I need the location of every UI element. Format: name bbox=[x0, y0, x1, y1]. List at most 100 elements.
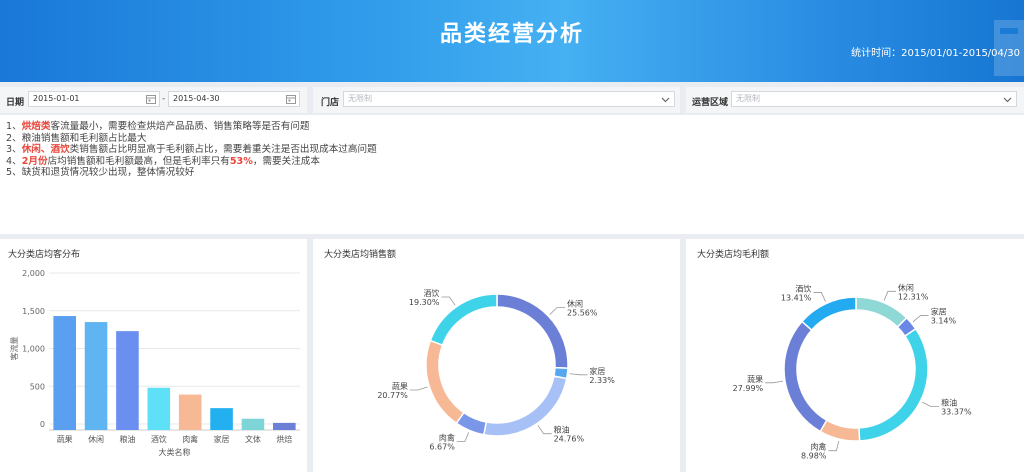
region-select-placeholder: 无限制 bbox=[736, 94, 760, 103]
note-line: 1、烘焙类客流量最小，需要检查烘焙产品品质、销售策略等是否有问题 bbox=[6, 121, 1018, 133]
note-line: 4、2月份店均销售额和毛利额最高，但是毛利率只有53%，需要关注成本 bbox=[6, 156, 1018, 168]
sales-donut-chart: 休闲25.56% 家居2.33% 粮油24.76% 肉禽6.67% 蔬果20.77% 酒饮… bbox=[377, 288, 615, 452]
slice-category-label: 肉禽 bbox=[810, 442, 826, 452]
sales-panel: 休闲 25.56% 家居 2.33% 粮油 24.76% 肉禽 6.67% 蔬果 20.77% 酒饮… bbox=[313, 239, 680, 472]
y-tick-label: 1,500 bbox=[22, 307, 45, 316]
note-highlight: 53% bbox=[229, 155, 253, 167]
x-tick-label: 酒饮 bbox=[151, 434, 167, 444]
label-leader-line bbox=[537, 425, 552, 435]
date-start-input[interactable]: 2015-01-01 bbox=[28, 91, 160, 107]
label-leader-line bbox=[828, 440, 840, 452]
label-leader-line bbox=[883, 290, 896, 301]
x-tick-label: 蔬果 bbox=[57, 434, 73, 444]
slice-percent-label: 27.99% bbox=[733, 384, 764, 393]
note-line: 2、粮油销售额和毛利额占比最大 bbox=[6, 133, 1018, 145]
label-leader-line bbox=[921, 401, 940, 408]
slice-percent-label: 24.76% bbox=[554, 435, 585, 444]
slice-percent-label: 25.56% bbox=[567, 309, 598, 318]
header-banner: 品类经营分析 统计时间：2015/01/01-2015/04/30 bbox=[0, 0, 1024, 82]
stat-period: 统计时间：2015/01/01-2015/04/30 bbox=[851, 44, 1020, 59]
traffic-panel: 0 500 1,000 1,500 2,000 客流量蔬果 休闲 粮油 酒饮 肉禽 家居 文体 烘焙大类… bbox=[0, 239, 307, 472]
bar bbox=[273, 422, 296, 430]
label-leader-line bbox=[409, 386, 428, 391]
bar bbox=[178, 394, 202, 430]
x-tick-label: 粮油 bbox=[119, 434, 135, 444]
region-filter-label: 运营区域 bbox=[692, 98, 729, 108]
profit-panel: 休闲 12.31% 家居 3.14% 粮油 33.37% 肉禽 8.98% 蔬果 27.99% 酒饮… bbox=[686, 239, 1024, 472]
donut-slice bbox=[425, 339, 465, 425]
x-tick-label: 休闲 bbox=[88, 434, 104, 444]
note-number: 2、 bbox=[6, 132, 22, 144]
donut-slice bbox=[429, 293, 498, 347]
slice-percent-label: 19.30% bbox=[409, 298, 440, 307]
slice-category-label: 粮油 bbox=[554, 425, 570, 435]
bar bbox=[147, 387, 171, 430]
label-leader-line bbox=[441, 296, 456, 306]
donut-slice bbox=[855, 296, 908, 329]
label-leader-line bbox=[549, 307, 565, 315]
slice-percent-label: 12.31% bbox=[898, 292, 929, 301]
bar bbox=[53, 316, 76, 430]
y-axis-title: 客流量 bbox=[9, 337, 19, 361]
slice-percent-label: 2.33% bbox=[589, 376, 615, 385]
filter-divider bbox=[680, 87, 686, 113]
slice-percent-label: 20.77% bbox=[377, 391, 408, 400]
calendar-icon[interactable] bbox=[146, 94, 156, 104]
traffic-panel-title: 大分类店均客分布 bbox=[8, 250, 81, 260]
slice-category-label: 粮油 bbox=[941, 398, 957, 408]
label-leader-line bbox=[912, 315, 929, 323]
bar bbox=[84, 322, 108, 430]
slice-category-label: 休闲 bbox=[567, 299, 583, 309]
note-text: 类销售额占比明显高于毛利额占比，需要着重关注是否出现成本过高问题 bbox=[69, 144, 377, 155]
slice-category-label: 蔬果 bbox=[747, 374, 763, 384]
note-line: 3、休闲、酒饮类销售额占比明显高于毛利额占比，需要着重关注是否出现成本过高问题 bbox=[6, 144, 1018, 156]
slice-percent-label: 8.98% bbox=[801, 452, 827, 461]
slice-category-label: 家居 bbox=[931, 306, 947, 316]
x-tick-label: 文体 bbox=[245, 434, 261, 444]
slice-category-label: 休闲 bbox=[898, 282, 914, 292]
date-start-value: 2015-01-01 bbox=[33, 94, 80, 103]
slice-category-label: 酒饮 bbox=[423, 288, 439, 298]
filter-divider bbox=[307, 87, 313, 113]
store-filter-label: 门店 bbox=[321, 98, 340, 108]
note-highlight: 2月份 bbox=[21, 155, 48, 167]
date-end-value: 2015-04-30 bbox=[173, 94, 220, 103]
sales-panel-title: 大分类店均销售额 bbox=[324, 250, 397, 260]
note-highlight: 休闲、酒饮 bbox=[21, 144, 70, 155]
y-tick-label: 0 bbox=[40, 420, 45, 429]
note-number: 4、 bbox=[6, 155, 22, 167]
date-filter-label: 日期 bbox=[6, 98, 25, 108]
date-range-separator: - bbox=[162, 94, 166, 104]
stat-period-range: 2015/01/01-2015/04/30 bbox=[901, 48, 1020, 59]
chevron-down-icon[interactable] bbox=[1003, 95, 1012, 104]
slice-category-label: 家居 bbox=[589, 366, 605, 376]
y-tick-label: 1,000 bbox=[22, 345, 45, 354]
calendar-icon[interactable] bbox=[286, 94, 296, 104]
label-leader-line bbox=[569, 373, 588, 376]
note-text: 店均销售额和毛利额最高，但是毛利率只有 bbox=[47, 155, 230, 167]
profit-donut-chart: 休闲12.31%家居3.14% 粮油33.37% 肉禽8.98% 蔬果27.99% 酒饮… bbox=[733, 282, 972, 461]
x-tick-label: 烘焙 bbox=[276, 434, 292, 444]
bar bbox=[116, 331, 139, 430]
bar bbox=[210, 408, 233, 430]
note-highlight: 烘焙类 bbox=[21, 121, 51, 132]
store-select[interactable]: 无限制 bbox=[343, 91, 675, 107]
y-tick-label: 2,000 bbox=[22, 269, 45, 278]
filter-bar: 日期 2015-01-01 - 2015-04-30 门店 无限制 运营区域 无… bbox=[0, 87, 1024, 113]
x-axis-title: 大类名称 bbox=[159, 447, 191, 457]
x-tick-label: 家居 bbox=[214, 434, 230, 444]
donut-slice bbox=[496, 293, 569, 369]
donut-slice bbox=[783, 320, 828, 433]
date-end-input[interactable]: 2015-04-30 bbox=[168, 91, 300, 107]
label-leader-line bbox=[456, 432, 470, 442]
donut-slice bbox=[819, 419, 861, 442]
traffic-bar-chart: 0 500 1,000 1,500 2,000 客流量蔬果 休闲 粮油 酒饮 肉禽 家居 文体 烘焙大类… bbox=[9, 269, 300, 457]
slice-category-label: 酒饮 bbox=[795, 283, 811, 293]
x-tick-label: 肉禽 bbox=[182, 434, 198, 444]
note-text: 粮油销售额和毛利额占比最大 bbox=[21, 132, 147, 144]
chevron-down-icon[interactable] bbox=[661, 95, 670, 104]
note-text: ，需要关注成本 bbox=[252, 155, 320, 167]
label-leader-line bbox=[813, 292, 826, 302]
region-select[interactable]: 无限制 bbox=[731, 91, 1017, 107]
y-tick-label: 500 bbox=[30, 382, 45, 391]
